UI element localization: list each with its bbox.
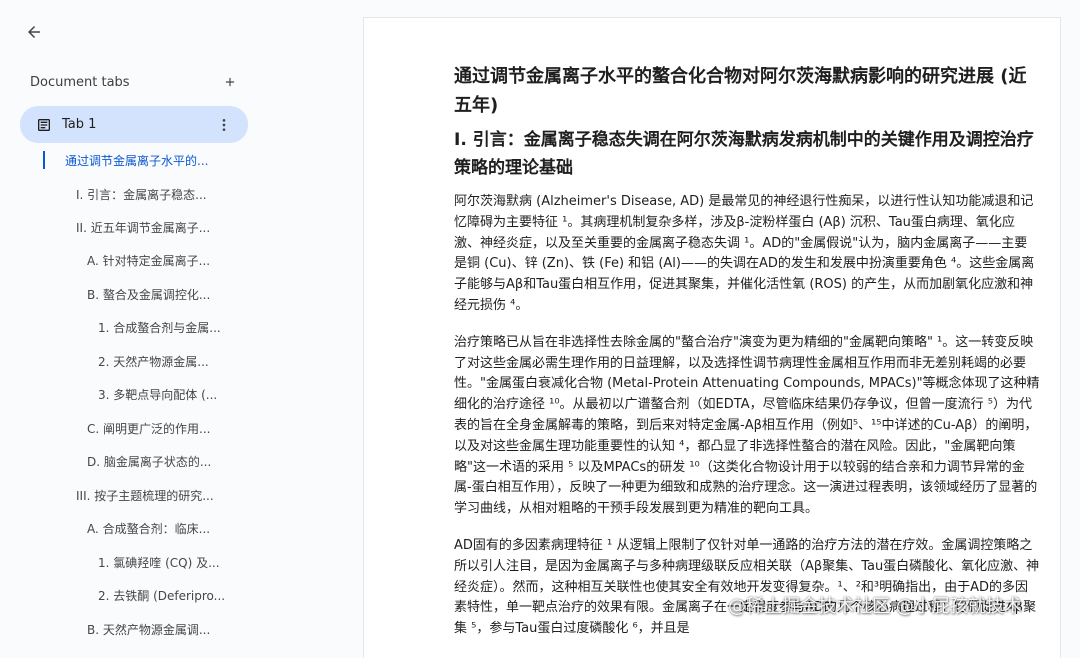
heading-introduction: I. 引言：金属离子稳态失调在阿尔茨海默病发病机制中的关键作用及调控治疗策略的理… [454,130,1034,178]
paragraph: 阿尔茨海默病 (Alzheimer's Disease, AD) 是最常见的神经… [454,194,1035,313]
outline-item-h3[interactable]: 2. 天然产物源金属... [98,353,209,370]
tab-1-label: Tab 1 [62,117,97,132]
outline-item-h3[interactable]: 1. 氯碘羟喹 (CQ) 及... [98,554,220,571]
outline-item-h1[interactable]: I. 引言：金属离子稳态... [76,186,207,203]
outline-item-h2[interactable]: A. 针对特定金属离子... [87,252,210,269]
tab-more-options-button[interactable] [214,115,234,135]
outline-item-h3[interactable]: 1. 合成螯合剂与金属... [98,319,221,336]
back-button[interactable] [22,20,46,44]
document-icon [36,117,52,133]
outline-item-h2[interactable]: A. 合成螯合剂：临床... [87,520,210,537]
tab-1[interactable]: Tab 1 [20,106,248,143]
outline-item-h3[interactable]: 2. 去铁酮 (Deferipro... [98,587,225,604]
document-page[interactable]: 通过调节金属离子水平的螯合化合物对阿尔茨海默病影响的研究进展 (近五年) I. … [364,18,1060,658]
document-tabs-sidebar: Document tabs Tab 1 通过调节金属离子水平的... I. 引言… [0,0,364,638]
more-vert-icon [222,118,226,131]
add-tab-button[interactable] [220,72,240,92]
outline-item-h2[interactable]: C. 阐明更广泛的作用... [87,420,210,437]
document-tabs-header: Document tabs [30,72,240,92]
outline-item-h2[interactable]: B. 天然产物源金属调... [87,621,210,638]
outline-item-h2[interactable]: B. 螯合及金属调控化... [87,286,210,303]
outline-item-h1[interactable]: II. 近五年调节金属离子... [76,219,210,236]
paragraph: AD固有的多因素病理特征 ¹ 从逻辑上限制了仅针对单一通路的治疗方法的潜在疗效。… [454,537,1040,637]
arrow-left-icon [28,26,40,38]
paragraph: 治疗策略已从旨在非选择性去除金属的"螯合治疗"演变为更为精细的"金属靶向策略" … [454,334,1040,517]
outline-item-title[interactable]: 通过调节金属离子水平的... [65,152,208,169]
watermark: @稀土掘金技术社区 @小屁孩就技术 [728,596,1022,617]
outline-item-h3[interactable]: 3. 多靶点导向配体 (... [98,386,217,403]
plus-icon [225,77,235,87]
document-body[interactable]: 通过调节金属离子水平的螯合化合物对阿尔茨海默病影响的研究进展 (近五年) I. … [454,62,1040,656]
document-tabs-title: Document tabs [30,74,130,90]
outline-item-h1[interactable]: III. 按子主题梳理的研究... [76,487,214,504]
outline-item-h2[interactable]: D. 脑金属离子状态的... [87,453,211,470]
document-title: 通过调节金属离子水平的螯合化合物对阿尔茨海默病影响的研究进展 (近五年) [454,66,1027,116]
outline-active-indicator [43,151,45,169]
